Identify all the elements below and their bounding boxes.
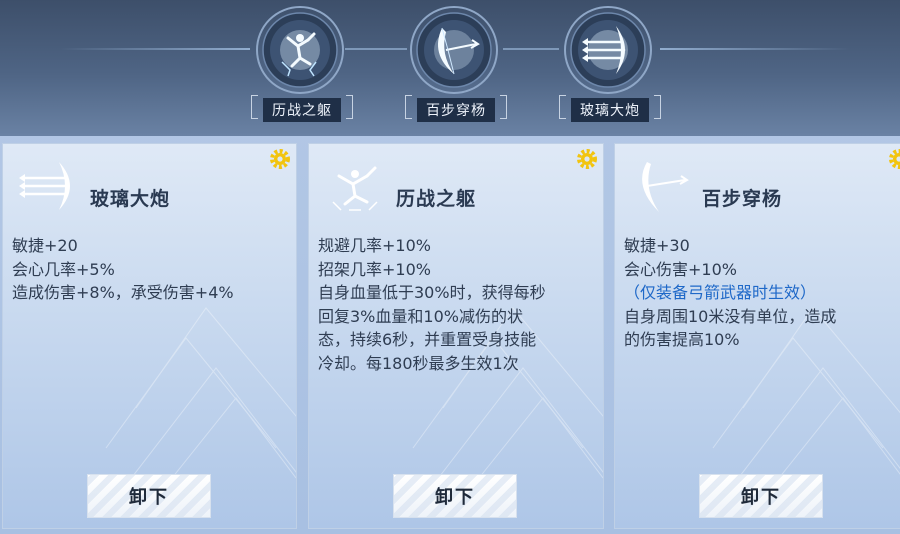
- stat-line: 敏捷+30: [624, 236, 690, 255]
- effect-line: 回复3%血量和10%减伤的状: [318, 306, 523, 326]
- crescent-bow-icon: [408, 4, 500, 96]
- skill-card-glass-cannon: 玻璃大炮 敏捷+20 会心几率+5% 造成伤害+8%，承受伤害+4% 卸下: [2, 143, 297, 529]
- effect-line: 自身周围10米没有单位，造成: [624, 306, 837, 326]
- stat-line: 敏捷+20: [12, 236, 78, 255]
- effect-line: 自身血量低于30%时，获得每秒: [318, 283, 546, 302]
- gear-icon[interactable]: [268, 147, 292, 171]
- tab-label-text: 百步穿杨: [426, 103, 486, 119]
- gear-icon[interactable]: [887, 147, 900, 171]
- weapon-condition-note: （仅装备弓箭武器时生效）: [624, 283, 817, 302]
- bracket-left: [559, 95, 566, 119]
- stat-line: 会心几率+5%: [12, 259, 115, 279]
- stat-line: 规避几率+10%: [318, 236, 431, 255]
- skill-description: 敏捷+20 会心几率+5% 造成伤害+8%，承受伤害+4%: [12, 234, 294, 305]
- stat-line: 造成伤害+8%，承受伤害+4%: [12, 283, 234, 302]
- bracket-right: [346, 95, 353, 119]
- skill-slot-header: 历战之躯 百步穿杨 玻璃大炮: [0, 0, 900, 136]
- header-divider-left: [60, 48, 250, 50]
- effect-line: 的伤害提高10%: [624, 330, 740, 349]
- unequip-button[interactable]: 卸下: [87, 474, 211, 518]
- bracket-left: [405, 95, 412, 119]
- unequip-button[interactable]: 卸下: [393, 474, 517, 518]
- tab-label-text: 历战之躯: [272, 103, 332, 119]
- stat-line: 招架几率+10%: [318, 259, 431, 279]
- skill-card-battle-body: 历战之躯 规避几率+10% 招架几率+10% 自身血量低于30%时，获得每秒 回…: [308, 143, 604, 529]
- crescent-bow-icon: [625, 158, 697, 214]
- skill-description: 敏捷+30 会心伤害+10% （仅装备弓箭武器时生效） 自身周围10米没有单位，…: [624, 234, 900, 352]
- stat-line: 会心伤害+10%: [624, 259, 737, 279]
- skill-name: 玻璃大炮: [90, 188, 171, 210]
- tab-label-text: 玻璃大炮: [580, 103, 640, 119]
- gear-icon[interactable]: [575, 147, 599, 171]
- acrobat-figure-icon: [319, 158, 391, 214]
- effect-line: 态，持续6秒，并重置受身技能: [318, 330, 537, 349]
- skill-card-hundred-step: 百步穿杨 敏捷+30 会心伤害+10% （仅装备弓箭武器时生效） 自身周围10米…: [614, 143, 900, 529]
- triple-arrow-icon: [562, 4, 654, 96]
- skill-name: 历战之躯: [396, 188, 477, 210]
- tab-label: 百步穿杨: [405, 95, 507, 122]
- bracket-right: [500, 95, 507, 119]
- skill-description: 规避几率+10% 招架几率+10% 自身血量低于30%时，获得每秒 回复3%血量…: [318, 234, 600, 375]
- tab-slot-3[interactable]: 玻璃大炮: [550, 0, 670, 136]
- bracket-right: [654, 95, 661, 119]
- bracket-left: [251, 95, 258, 119]
- triple-arrow-icon: [13, 158, 85, 214]
- tab-label: 历战之躯: [251, 95, 353, 122]
- effect-line: 冷却。每180秒最多生效1次: [318, 353, 519, 373]
- header-divider-right: [660, 48, 850, 50]
- tab-label: 玻璃大炮: [559, 95, 661, 122]
- acrobat-figure-icon: [254, 4, 346, 96]
- unequip-button[interactable]: 卸下: [699, 474, 823, 518]
- tab-slot-2[interactable]: 百步穿杨: [396, 0, 516, 136]
- skill-name: 百步穿杨: [702, 188, 783, 210]
- tab-slot-1[interactable]: 历战之躯: [242, 0, 362, 136]
